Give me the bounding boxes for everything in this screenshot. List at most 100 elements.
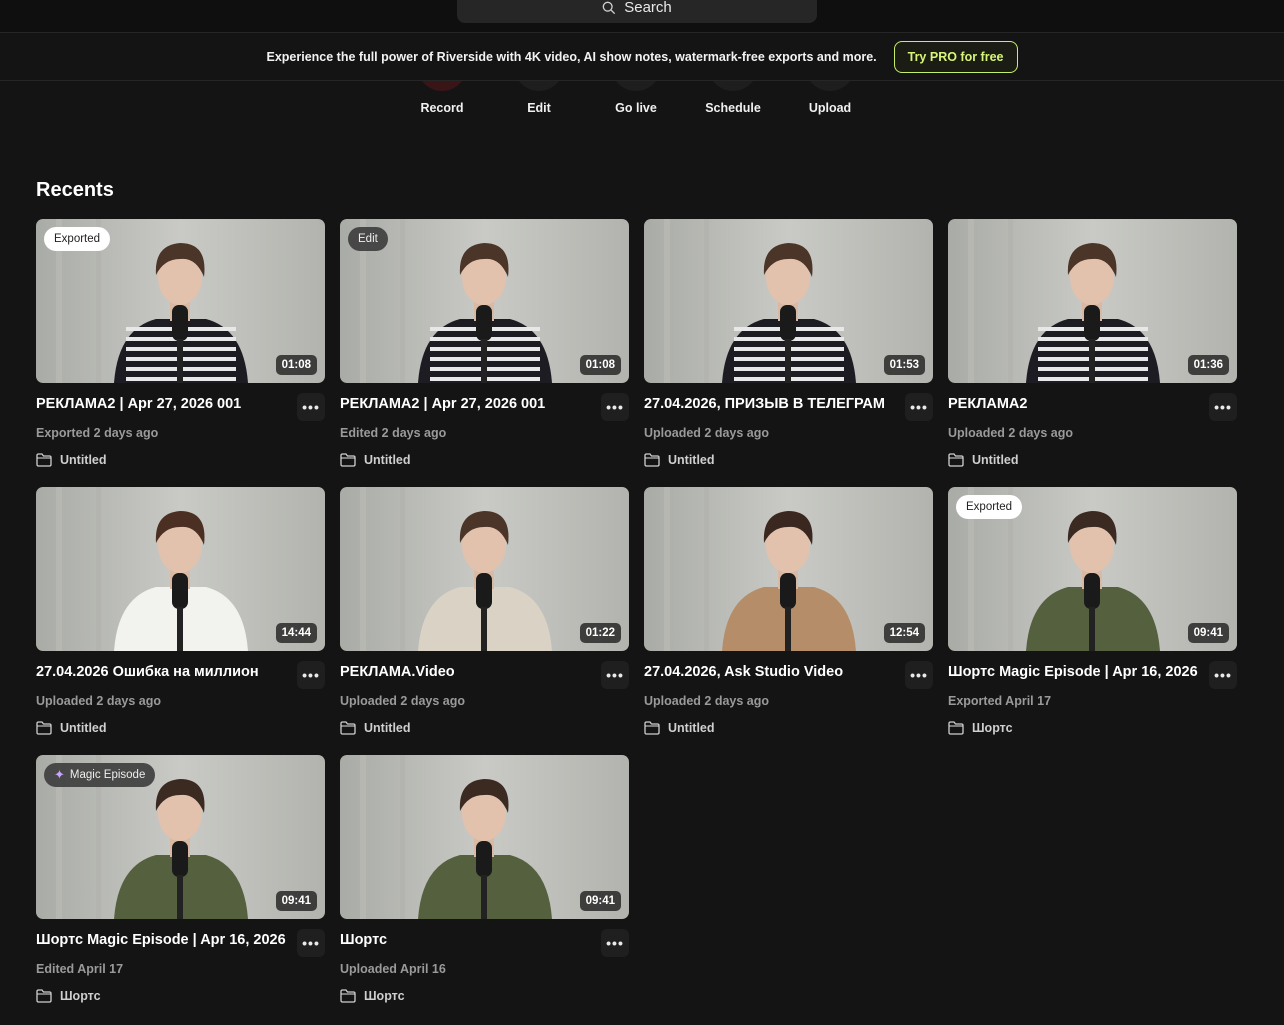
record-action[interactable]: Record: [392, 81, 492, 131]
folder-name: Шортс: [364, 989, 405, 1003]
recording-title[interactable]: Шортс: [340, 932, 598, 948]
recording-card[interactable]: Exported 09:41 Шортс Magic Episode | Apr…: [948, 487, 1237, 747]
folder-link[interactable]: Untitled: [340, 453, 411, 467]
search-bar[interactable]: Search: [457, 0, 817, 23]
recording-title[interactable]: Шортс Magic Episode | Apr 16, 2026: [948, 664, 1206, 680]
video-thumbnail[interactable]: 01:53: [644, 219, 933, 383]
video-thumbnail[interactable]: 01:22: [340, 487, 629, 651]
folder-link[interactable]: Untitled: [644, 453, 715, 467]
duration-badge: 14:44: [275, 623, 317, 643]
promo-text: Experience the full power of Riverside w…: [266, 49, 877, 64]
duration-badge: 01:08: [275, 355, 317, 375]
folder-name: Шортс: [60, 989, 101, 1003]
try-pro-button[interactable]: Try PRO for free: [893, 40, 1018, 73]
recording-title[interactable]: 27.04.2026, Ask Studio Video: [644, 664, 902, 680]
video-thumbnail[interactable]: 12:54: [644, 487, 933, 651]
folder-name: Untitled: [60, 453, 107, 467]
recording-card[interactable]: Exported 01:08 РЕКЛАМА2 | Apr 27, 2026 0…: [36, 219, 325, 479]
more-options-icon[interactable]: •••: [905, 661, 933, 689]
live-icon: [611, 81, 661, 91]
more-options-icon[interactable]: •••: [601, 661, 629, 689]
recording-title[interactable]: РЕКЛАМА2 | Apr 27, 2026 001: [36, 396, 294, 412]
promo-banner: Experience the full power of Riverside w…: [0, 33, 1284, 81]
badge-label: Exported: [966, 501, 1013, 513]
recording-title[interactable]: РЕКЛАМА.Video: [340, 664, 598, 680]
recording-card[interactable]: 12:54 27.04.2026, Ask Studio Video ••• U…: [644, 487, 933, 747]
recording-card[interactable]: 01:36 РЕКЛАМА2 ••• Uploaded 2 days ago U…: [948, 219, 1237, 479]
duration-badge: 01:22: [579, 623, 621, 643]
duration-badge: 09:41: [275, 891, 317, 911]
edit-label: Edit: [527, 101, 551, 115]
more-options-icon[interactable]: •••: [905, 393, 933, 421]
folder-link[interactable]: Untitled: [36, 453, 107, 467]
edit-icon: [514, 81, 564, 91]
duration-badge: 01:08: [579, 355, 621, 375]
duration-badge: 09:41: [579, 891, 621, 911]
status-badge: Exported: [44, 227, 111, 251]
quick-actions: Record Edit Go live Schedule Upload: [0, 81, 1284, 131]
folder-name: Шортс: [972, 721, 1013, 735]
video-thumbnail[interactable]: ✦ Magic Episode 09:41: [36, 755, 325, 919]
upload-label: Upload: [808, 101, 852, 115]
video-thumbnail[interactable]: Exported 01:08: [36, 219, 325, 383]
folder-icon: [948, 453, 964, 467]
recording-card[interactable]: 14:44 27.04.2026 Ошибка на миллион ••• U…: [36, 487, 325, 747]
video-thumbnail[interactable]: Exported 09:41: [948, 487, 1237, 651]
sparkle-icon: ✦: [54, 767, 65, 782]
folder-name: Untitled: [364, 721, 411, 735]
upload-icon: [805, 81, 855, 91]
recording-card[interactable]: 01:22 РЕКЛАМА.Video ••• Uploaded 2 days …: [340, 487, 629, 747]
recording-card[interactable]: 09:41 Шортс ••• Uploaded April 16 Шортс: [340, 755, 629, 1015]
duration-badge: 12:54: [883, 623, 925, 643]
folder-link[interactable]: Untitled: [36, 721, 107, 735]
recording-title[interactable]: 27.04.2026 Ошибка на миллион: [36, 664, 294, 680]
more-options-icon[interactable]: •••: [297, 929, 325, 957]
more-options-icon[interactable]: •••: [1209, 661, 1237, 689]
recording-card[interactable]: 01:53 27.04.2026, ПРИЗЫВ В ТЕЛЕГРАМ ••• …: [644, 219, 933, 479]
status-badge: ✦ Magic Episode: [44, 763, 156, 787]
video-thumbnail[interactable]: 09:41: [340, 755, 629, 919]
schedule-action[interactable]: Schedule: [683, 81, 783, 131]
folder-icon: [644, 721, 660, 735]
folder-link[interactable]: Untitled: [644, 721, 715, 735]
more-options-icon[interactable]: •••: [1209, 393, 1237, 421]
folder-link[interactable]: Untitled: [948, 453, 1019, 467]
recording-title[interactable]: 27.04.2026, ПРИЗЫВ В ТЕЛЕГРАМ: [644, 396, 902, 412]
search-icon: [602, 1, 616, 14]
more-options-icon[interactable]: •••: [297, 393, 325, 421]
record-label: Record: [420, 101, 464, 115]
recording-title[interactable]: Шортс Magic Episode | Apr 16, 2026: [36, 932, 294, 948]
recording-status: Uploaded 2 days ago: [644, 426, 770, 440]
video-thumbnail[interactable]: Edit 01:08: [340, 219, 629, 383]
folder-name: Untitled: [60, 721, 107, 735]
status-badge: Exported: [956, 495, 1023, 519]
more-options-icon[interactable]: •••: [297, 661, 325, 689]
folder-icon: [340, 989, 356, 1003]
more-options-icon[interactable]: •••: [601, 929, 629, 957]
folder-link[interactable]: Шортс: [36, 989, 101, 1003]
recording-card[interactable]: ✦ Magic Episode 09:41 Шортс Magic Episode…: [36, 755, 325, 1015]
edit-action[interactable]: Edit: [489, 81, 589, 131]
recording-card[interactable]: Edit 01:08 РЕКЛАМА2 | Apr 27, 2026 001 •…: [340, 219, 629, 479]
recents-heading: Recents: [36, 179, 114, 201]
recording-status: Exported 2 days ago: [36, 426, 159, 440]
more-options-icon[interactable]: •••: [601, 393, 629, 421]
recording-status: Uploaded 2 days ago: [948, 426, 1074, 440]
badge-label: Edit: [358, 233, 378, 245]
search-label: Search: [624, 0, 672, 16]
folder-link[interactable]: Шортс: [340, 989, 405, 1003]
recording-title[interactable]: РЕКЛАМА2 | Apr 27, 2026 001: [340, 396, 598, 412]
recording-status: Uploaded April 16: [340, 962, 446, 976]
recording-status: Uploaded 2 days ago: [644, 694, 770, 708]
upload-action[interactable]: Upload: [780, 81, 880, 131]
badge-label: Exported: [54, 233, 101, 245]
recording-title[interactable]: РЕКЛАМА2: [948, 396, 1206, 412]
folder-link[interactable]: Untitled: [340, 721, 411, 735]
video-thumbnail[interactable]: 01:36: [948, 219, 1237, 383]
folder-icon: [644, 453, 660, 467]
video-thumbnail[interactable]: 14:44: [36, 487, 325, 651]
folder-icon: [36, 453, 52, 467]
go-live-action[interactable]: Go live: [586, 81, 686, 131]
folder-icon: [340, 721, 356, 735]
folder-link[interactable]: Шортс: [948, 721, 1013, 735]
